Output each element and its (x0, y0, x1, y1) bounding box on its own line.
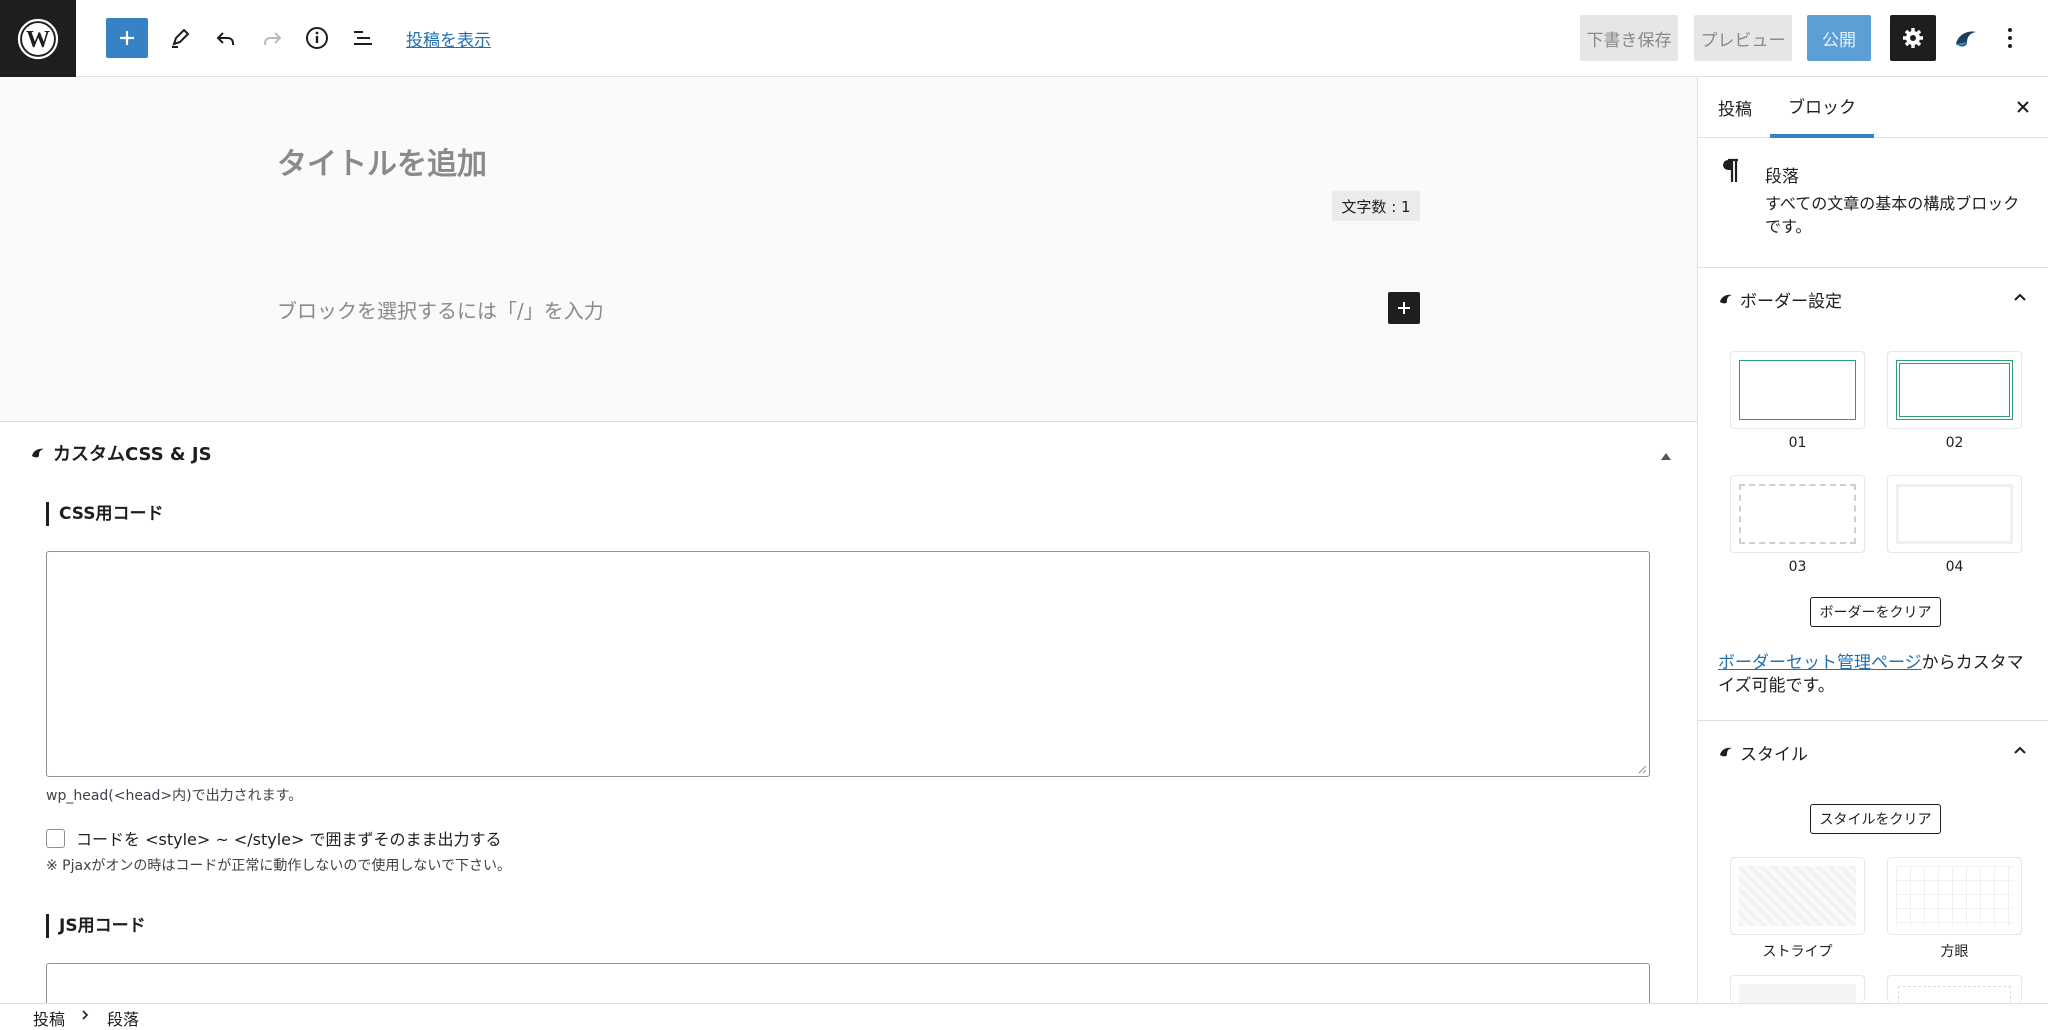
collapse-caret-icon[interactable] (1660, 446, 1672, 465)
border-option-label: 01 (1788, 435, 1807, 451)
css-code-textarea[interactable] (46, 551, 1650, 777)
add-block-button[interactable] (106, 18, 148, 58)
chevron-up-icon[interactable] (2011, 741, 2029, 763)
word-count-badge: 文字数 : 1 (1332, 191, 1420, 221)
style-option-dotted[interactable] (1887, 975, 2022, 1004)
style-option-label: ストライプ (1762, 944, 1833, 960)
border-option-01[interactable] (1730, 351, 1865, 429)
block-breadcrumb: 投稿 段落 (0, 1003, 2048, 1029)
breadcrumb-item-post[interactable]: 投稿 (33, 1006, 65, 1030)
view-post-link[interactable]: 投稿を表示 (406, 26, 491, 51)
style-option-label: 方眼 (1940, 944, 1969, 960)
options-menu-icon[interactable] (1998, 22, 2022, 54)
js-code-heading: JS用コード (46, 914, 146, 938)
block-name: 段落 (1765, 167, 1799, 187)
svg-text:W: W (26, 27, 50, 53)
clear-style-button[interactable]: スタイルをクリア (1810, 804, 1941, 834)
close-icon[interactable] (2014, 98, 2032, 120)
css-code-heading: CSS用コード (46, 502, 164, 526)
settings-gear-icon[interactable] (1890, 15, 1936, 61)
border-manage-link[interactable]: ボーダーセット管理ページ (1718, 653, 1922, 673)
css-output-note: wp_head(<head>内)で出力されます。 (46, 788, 303, 804)
preview-button[interactable]: プレビュー (1694, 15, 1792, 61)
swell-icon (30, 444, 46, 464)
undo-icon[interactable] (212, 18, 240, 58)
metabox-title: カスタムCSS & JS (53, 444, 212, 465)
chevron-up-icon[interactable] (2011, 288, 2029, 310)
border-settings-panel-header[interactable]: ボーダー設定 (1698, 268, 2048, 328)
style-panel-header[interactable]: スタイル (1698, 721, 2048, 781)
swell-icon (1718, 743, 1734, 763)
chevron-right-icon (80, 1007, 90, 1026)
swell-icon (1718, 290, 1734, 310)
border-option-label: 03 (1788, 559, 1807, 575)
breadcrumb-item-paragraph[interactable]: 段落 (107, 1006, 139, 1030)
save-draft-button[interactable]: 下書き保存 (1580, 15, 1678, 61)
custom-css-js-metabox: カスタムCSS & JS CSS用コード wp_head(<head>内)で出力… (0, 421, 1697, 1023)
tab-post[interactable]: 投稿 (1718, 77, 1752, 138)
pjax-warning-note: ※ Pjaxがオンの時はコードが正常に動作しないので使用しないで下さい。 (46, 858, 511, 874)
border-option-label: 04 (1945, 559, 1964, 575)
list-view-icon[interactable] (349, 18, 377, 58)
block-inserter-button[interactable] (1388, 292, 1420, 324)
sidebar-tabs: 投稿 ブロック (1698, 77, 2048, 138)
border-manage-text: ボーダーセット管理ページからカスタマイズ可能です。 (1718, 652, 2038, 698)
wordpress-logo-icon[interactable]: W (0, 0, 76, 77)
publish-button[interactable]: 公開 (1807, 15, 1871, 61)
style-option-corner[interactable] (1730, 975, 1865, 1004)
raw-output-option: コードを <style> ~ </style> で囲まずそのまま出力する (46, 826, 502, 850)
info-icon[interactable] (303, 18, 331, 58)
block-card: 段落 すべての文章の基本の構成ブロックです。 (1698, 138, 2048, 268)
editor-header: W 投稿を表示 下書き保存 プレビュー 公開 (0, 0, 2048, 77)
paragraph-icon (1720, 158, 1740, 188)
border-settings-title: ボーダー設定 (1740, 292, 1842, 312)
style-panel-title: スタイル (1740, 745, 1808, 765)
editor-canvas: タイトルを追加 文字数 : 1 ブロックを選択するには「/」を入力 (0, 77, 1697, 421)
border-option-04[interactable] (1887, 475, 2022, 553)
settings-sidebar: 投稿 ブロック 段落 すべての文章の基本の構成ブロックです。 ボーダー設定 01… (1697, 77, 2048, 1004)
raw-output-checkbox[interactable] (46, 828, 65, 848)
raw-output-label[interactable]: コードを <style> ~ </style> で囲まずそのまま出力する (76, 826, 502, 850)
clear-border-button[interactable]: ボーダーをクリア (1810, 597, 1941, 627)
paragraph-block-input[interactable]: ブロックを選択するには「/」を入力 (277, 295, 604, 324)
swell-plugin-icon[interactable] (1952, 24, 1980, 52)
style-option-stripe[interactable] (1730, 857, 1865, 935)
tab-block[interactable]: ブロック (1770, 77, 1874, 138)
border-option-label: 02 (1945, 435, 1964, 451)
redo-icon[interactable] (258, 18, 286, 58)
border-option-03[interactable] (1730, 475, 1865, 553)
border-option-02[interactable] (1887, 351, 2022, 429)
style-option-grid[interactable] (1887, 857, 2022, 935)
block-description: すべての文章の基本の構成ブロックです。 (1765, 194, 2020, 236)
post-title-input[interactable]: タイトルを追加 (277, 139, 487, 183)
edit-pencil-icon[interactable] (166, 18, 194, 58)
